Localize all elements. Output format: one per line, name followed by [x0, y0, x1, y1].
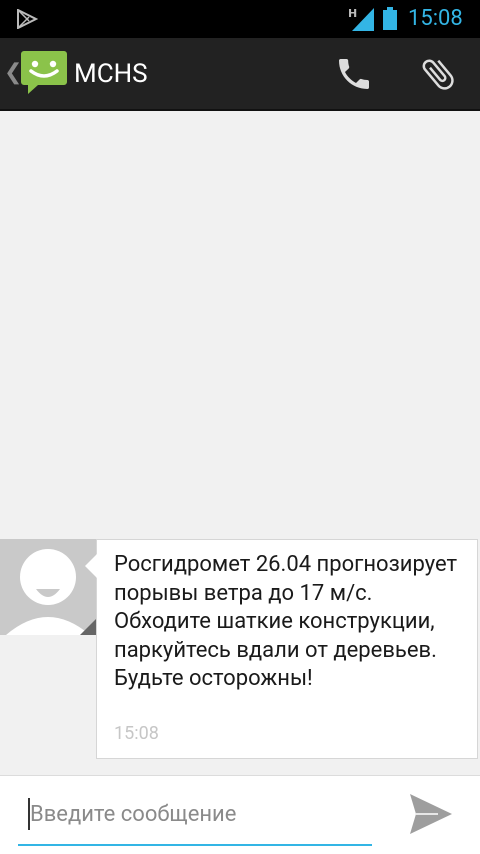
message-bubble[interactable]: Росгидромет 26.04 прогнозирует порывы ве… [85, 539, 478, 759]
play-store-icon [16, 8, 39, 33]
message-input[interactable] [30, 796, 360, 832]
message-timestamp: 15:08 [114, 723, 159, 744]
message-text: Росгидромет 26.04 прогнозирует порывы ве… [114, 552, 463, 691]
message-list[interactable]: Росгидромет 26.04 прогнозирует порывы ве… [0, 111, 480, 775]
message-input-wrapper[interactable] [18, 794, 372, 846]
default-contact-avatar-icon[interactable] [0, 539, 96, 635]
send-icon[interactable] [408, 792, 454, 840]
messaging-app-icon[interactable] [20, 49, 68, 99]
attachment-icon[interactable] [416, 54, 460, 98]
conversation-title: MCHS [74, 59, 148, 89]
signal-icon: H [348, 6, 376, 36]
status-bar: H 15:08 [0, 0, 480, 38]
bubble-tail [85, 554, 97, 578]
compose-bar [0, 775, 480, 854]
network-type-label: H [348, 7, 357, 20]
battery-icon [382, 7, 398, 35]
action-bar: ❮ MCHS [0, 38, 480, 111]
status-clock: 15:08 [408, 6, 463, 31]
phone-icon[interactable] [334, 54, 374, 98]
